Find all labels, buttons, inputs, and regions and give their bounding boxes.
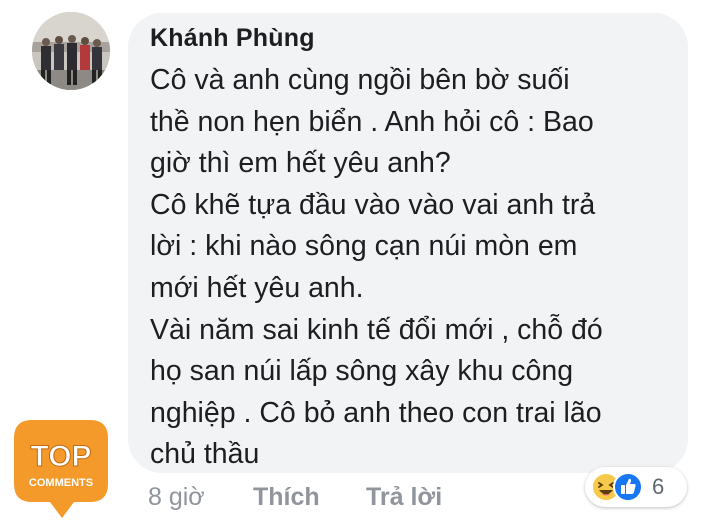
comment-line: giờ thì em hết yêu anh? (150, 147, 451, 180)
badge-title: TOP (30, 440, 91, 473)
avatar-photo (32, 12, 110, 90)
reply-link[interactable]: Trả lời (366, 483, 442, 512)
like-link[interactable]: Thích (253, 483, 320, 512)
comment-line: nghiệp . Cô bỏ anh theo con trai lão (150, 396, 602, 429)
comment-line: Vài năm sai kinh tế đổi mới , chỗ đó (150, 313, 603, 346)
comment-line: mới hết yêu anh. (150, 271, 364, 304)
comment-author-name[interactable]: Khánh Phùng (150, 24, 315, 53)
comment-line: lời : khi nào sông cạn núi mòn em (150, 230, 578, 263)
comment-line: chủ thầu (150, 438, 260, 471)
comment-line: Cô và anh cùng ngồi bên bờ suối (150, 64, 570, 96)
comment-line: thề non hẹn biển . Anh hỏi cô : Bao (150, 105, 594, 138)
avatar[interactable] (32, 12, 110, 90)
comment-body: Cô và anh cùng ngồi bên bờ suối thề non … (150, 60, 670, 476)
comment-screen: Khánh Phùng Cô và anh cùng ngồi bên bờ s… (0, 0, 720, 522)
comment-line: Cô khẽ tựa đầu vào vào vai anh trả (150, 188, 596, 221)
reaction-count: 6 (652, 474, 665, 499)
reactions-summary[interactable]: 6 (585, 467, 687, 507)
comment-timestamp[interactable]: 8 giờ (148, 483, 205, 512)
comment-line: họ san núi lấp sông xây khu công (150, 355, 574, 388)
like-icon (613, 472, 643, 502)
